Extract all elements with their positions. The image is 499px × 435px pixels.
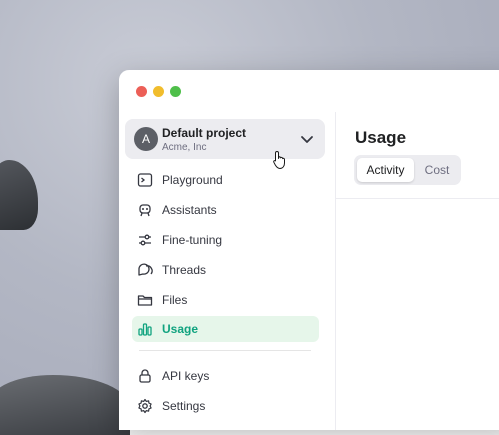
rock-left (0, 160, 38, 230)
main-content: Usage Activity Cost (335, 112, 499, 430)
page-title: Usage (355, 128, 407, 147)
sidebar-item-threads[interactable]: Threads (132, 257, 319, 283)
sidebar-item-label: Settings (162, 399, 206, 413)
sidebar-item-api-keys[interactable]: API keys (132, 363, 319, 389)
sliders-icon (139, 234, 151, 246)
avatar: A (134, 127, 158, 151)
minimize-window-button[interactable] (153, 86, 164, 97)
hand-pointer-cursor-icon (273, 151, 285, 169)
sidebar-item-label: API keys (162, 369, 210, 383)
robot-icon (139, 204, 151, 217)
bar-chart-icon (138, 323, 152, 336)
gear-icon (138, 398, 152, 414)
sidebar-item-label: Assistants (162, 203, 217, 217)
sidebar-item-fine-tuning[interactable]: Fine-tuning (132, 227, 319, 253)
title-bar (119, 70, 499, 112)
sidebar-item-assistants[interactable]: Assistants (132, 197, 319, 223)
sidebar-item-label: Playground (162, 173, 223, 187)
tab-activity[interactable]: Activity (357, 158, 414, 182)
sidebar-item-label: Threads (162, 263, 207, 277)
chevron-down-icon (301, 136, 313, 143)
chat-bubbles-icon (138, 263, 153, 276)
project-org: Acme, Inc (162, 142, 207, 153)
content-divider (336, 198, 499, 199)
terminal-icon (137, 173, 153, 187)
sidebar-item-label: Files (162, 293, 188, 307)
tab-cost[interactable]: Cost (416, 158, 458, 182)
close-window-button[interactable] (136, 86, 147, 97)
sidebar-divider (139, 350, 311, 351)
project-name: Default project (162, 126, 247, 140)
sidebar-item-playground[interactable]: Playground (132, 167, 319, 193)
project-selector[interactable]: A Default project Acme, Inc (125, 119, 325, 159)
app-window: A Default project Acme, Inc Playground A… (119, 70, 499, 430)
sidebar-item-label: Fine-tuning (162, 233, 223, 247)
sidebar-item-files[interactable]: Files (132, 287, 319, 313)
lock-icon (139, 369, 151, 383)
folder-icon (137, 295, 153, 306)
maximize-window-button[interactable] (170, 86, 181, 97)
sidebar-item-settings[interactable]: Settings (132, 393, 319, 419)
sidebar-item-label: Usage (162, 322, 199, 336)
sidebar: A Default project Acme, Inc Playground A… (119, 112, 334, 430)
sidebar-item-usage[interactable]: Usage (132, 316, 319, 342)
rock-bottom (0, 375, 130, 435)
usage-tab-group: Activity Cost (354, 155, 461, 185)
